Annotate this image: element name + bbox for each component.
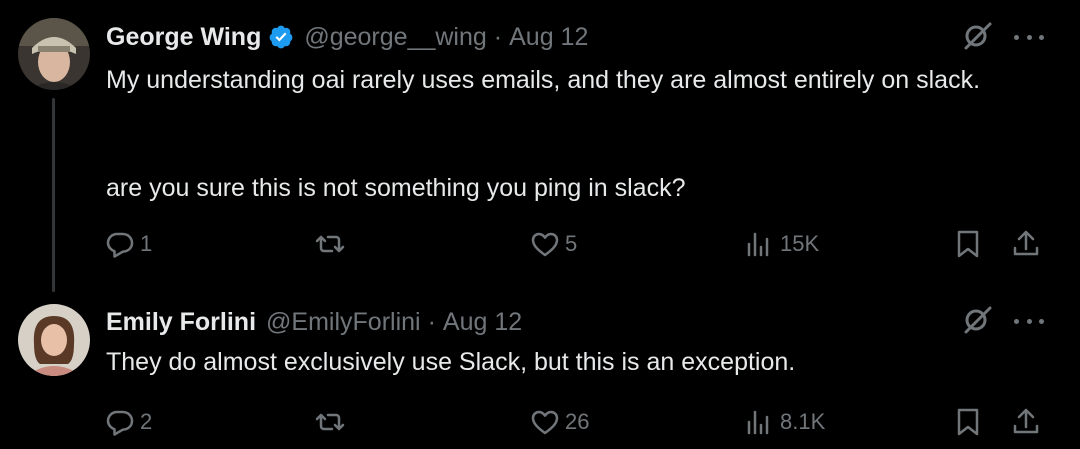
avatar[interactable] bbox=[18, 304, 90, 376]
views-button[interactable]: 15K bbox=[744, 226, 819, 262]
bookmark-button[interactable] bbox=[952, 404, 984, 440]
tweet-top-actions bbox=[960, 302, 1044, 341]
bookmark-icon bbox=[957, 408, 979, 436]
thread-line bbox=[52, 98, 55, 292]
retweet-icon bbox=[315, 413, 345, 431]
like-count: 5 bbox=[565, 231, 578, 256]
reply-button[interactable]: 1 bbox=[104, 226, 152, 262]
bookmark-icon bbox=[957, 230, 979, 258]
timestamp[interactable]: Aug 12 bbox=[443, 308, 522, 337]
tweet-actions: 1 5 15K bbox=[104, 226, 1054, 262]
tweet-text: They do almost exclusively use Slack, bu… bbox=[106, 348, 796, 376]
grok-icon[interactable] bbox=[960, 302, 994, 341]
reply-icon bbox=[106, 410, 134, 436]
reply-button[interactable]: 2 bbox=[104, 404, 152, 440]
verified-badge-icon bbox=[268, 24, 294, 50]
grok-icon[interactable] bbox=[960, 18, 994, 57]
views-count: 15K bbox=[780, 231, 820, 256]
tweet-header: George Wing @george__wing · Aug 12 bbox=[106, 17, 588, 57]
display-name[interactable]: Emily Forlini bbox=[106, 308, 256, 337]
handle[interactable]: @george__wing bbox=[304, 23, 486, 52]
handle[interactable]: @EmilyForlini bbox=[266, 308, 421, 337]
bookmark-button[interactable] bbox=[952, 226, 984, 262]
tweet-text: are you sure this is not something you p… bbox=[106, 174, 686, 202]
retweet-icon bbox=[315, 235, 345, 253]
tweet-george-wing[interactable]: George Wing @george__wing · Aug 12 My un… bbox=[0, 0, 1080, 292]
avatar[interactable] bbox=[18, 18, 90, 90]
separator: · bbox=[493, 22, 503, 51]
views-icon bbox=[747, 232, 769, 257]
heart-icon bbox=[531, 232, 559, 257]
views-count: 8.1K bbox=[780, 409, 826, 434]
more-icon[interactable] bbox=[1014, 21, 1044, 55]
retweet-button[interactable] bbox=[314, 404, 350, 440]
tweet-top-actions bbox=[960, 18, 1044, 57]
retweet-button[interactable] bbox=[314, 226, 350, 262]
views-icon bbox=[747, 410, 769, 435]
heart-icon bbox=[531, 410, 559, 435]
more-icon[interactable] bbox=[1014, 305, 1044, 339]
share-icon bbox=[1013, 230, 1039, 256]
reply-icon bbox=[106, 232, 134, 258]
like-count: 26 bbox=[565, 409, 590, 434]
like-button[interactable]: 5 bbox=[529, 226, 577, 262]
share-button[interactable] bbox=[1010, 226, 1042, 262]
reply-count: 1 bbox=[140, 231, 153, 256]
tweet-text: My understanding oai rarely uses emails,… bbox=[106, 66, 981, 94]
display-name[interactable]: George Wing bbox=[106, 23, 261, 52]
share-button[interactable] bbox=[1010, 404, 1042, 440]
views-button[interactable]: 8.1K bbox=[744, 404, 825, 440]
tweet-actions: 2 26 8.1K bbox=[104, 404, 1054, 440]
separator: · bbox=[427, 307, 436, 336]
share-icon bbox=[1013, 408, 1039, 434]
reply-count: 2 bbox=[140, 409, 153, 434]
like-button[interactable]: 26 bbox=[529, 404, 589, 440]
timestamp[interactable]: Aug 12 bbox=[509, 23, 588, 52]
tweet-header: Emily Forlini @EmilyForlini · Aug 12 bbox=[106, 302, 522, 342]
